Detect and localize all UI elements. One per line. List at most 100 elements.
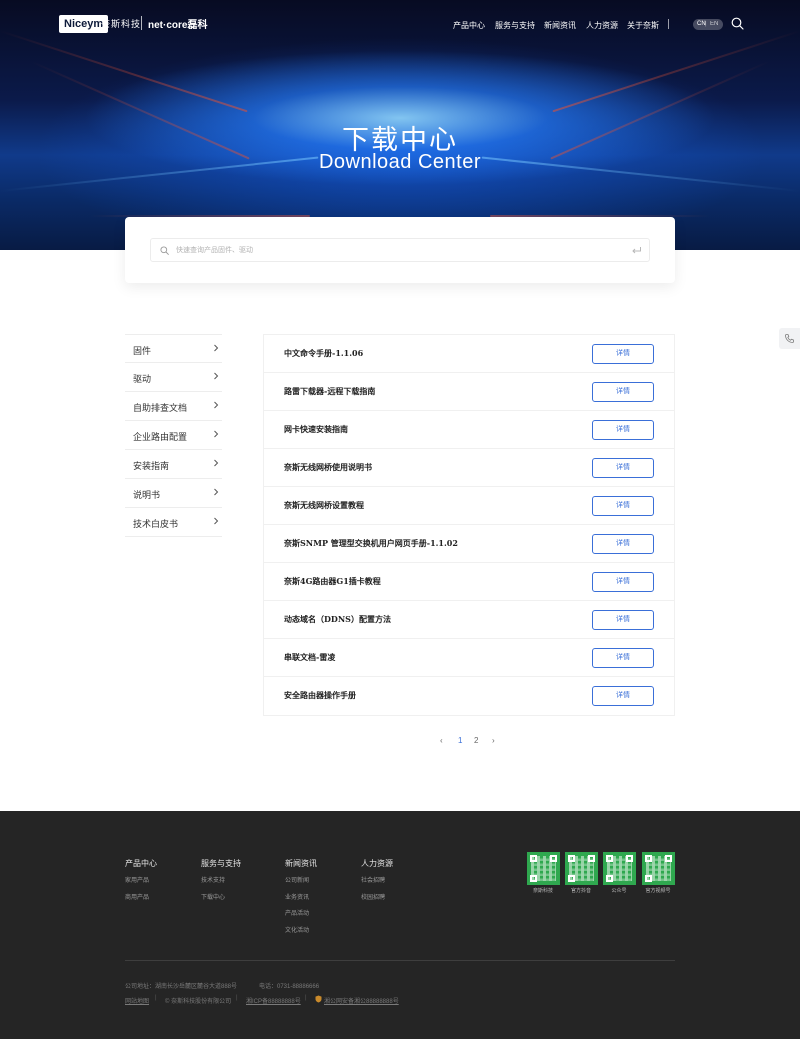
nav-item-products[interactable]: 产品中心 [453, 20, 485, 31]
sidebar-item-firmware[interactable]: 固件 [125, 334, 222, 363]
chevron-right-icon [214, 488, 219, 496]
search-icon[interactable] [731, 17, 744, 30]
sidebar-item-install-guide[interactable]: 安装指南 [125, 450, 222, 479]
sidebar-item-label: 安装指南 [133, 461, 170, 471]
list-item: 中文命令手册-1.1.06 详情 [264, 335, 674, 373]
list-item: 网卡快速安装指南 详情 [264, 411, 674, 449]
pagination-page-1[interactable]: 1 [458, 736, 462, 745]
detail-button[interactable]: 详情 [592, 572, 654, 592]
category-sidebar: 固件 驱动 自助排查文档 企业路由配置 安装指南 说明书 技术白皮书 [125, 334, 222, 537]
document-title[interactable]: 安全路由器操作手册 [284, 690, 356, 701]
footer-link[interactable]: 技术支持 [201, 875, 225, 884]
list-item: 路雷下载器-远程下载指南 详情 [264, 373, 674, 411]
document-title[interactable]: 奈斯SNMP 管理型交换机用户网页手册-1.1.02 [284, 538, 458, 549]
footer-link[interactable]: 家用产品 [125, 875, 149, 884]
detail-button[interactable]: 详情 [592, 496, 654, 516]
sidebar-item-troubleshooting[interactable]: 自助排查文档 [125, 392, 222, 421]
chevron-right-icon [214, 517, 219, 525]
sidebar-item-label: 驱动 [133, 374, 152, 384]
logo-divider [141, 16, 142, 30]
sidebar-item-label: 固件 [133, 346, 152, 356]
footer-link[interactable]: 校园招聘 [361, 892, 385, 901]
qr-code [642, 852, 675, 885]
document-title[interactable]: 奈斯无线网桥使用说明书 [284, 462, 372, 473]
list-item: 串联文档-雷凌 详情 [264, 639, 674, 677]
sidebar-item-driver[interactable]: 驱动 [125, 363, 222, 392]
sidebar-item-label: 企业路由配置 [133, 432, 188, 442]
footer-col-title[interactable]: 新闻资讯 [285, 858, 317, 869]
list-item: 奈斯4G路由器G1插卡教程 详情 [264, 563, 674, 601]
search-input[interactable] [176, 243, 616, 258]
pagination-next[interactable]: › [492, 736, 495, 745]
enter-icon[interactable] [631, 245, 642, 256]
qr-caption: 公众号 [611, 888, 627, 894]
chevron-right-icon [214, 344, 219, 352]
footer-col-title[interactable]: 服务与支持 [201, 858, 241, 869]
pagination-page-2[interactable]: 2 [474, 736, 478, 745]
search-box [150, 238, 650, 262]
qr-code [527, 852, 560, 885]
footer-separator: | [155, 995, 157, 1001]
list-item: 动态域名（DDNS）配置方法 详情 [264, 601, 674, 639]
pagination-prev[interactable]: ‹ [440, 736, 443, 745]
footer-phone: 电话：0731-88886666 [259, 984, 320, 990]
footer-link[interactable]: 业务资讯 [285, 892, 309, 901]
document-title[interactable]: 路雷下载器-远程下载指南 [284, 386, 375, 397]
police-badge-icon [315, 995, 322, 1003]
lang-separator: | [705, 21, 707, 27]
footer-link[interactable]: 下载中心 [201, 892, 225, 901]
list-item: 奈斯无线网桥设置教程 详情 [264, 487, 674, 525]
document-title[interactable]: 中文命令手册-1.1.06 [284, 348, 363, 359]
nav-item-hr[interactable]: 人力资源 [586, 20, 618, 31]
footer-col-title[interactable]: 人力资源 [361, 858, 393, 869]
nav-item-service[interactable]: 服务与支持 [495, 20, 535, 31]
sidebar-item-enterprise-router[interactable]: 企业路由配置 [125, 421, 222, 450]
list-item: 奈斯SNMP 管理型交换机用户网页手册-1.1.02 详情 [264, 525, 674, 563]
list-item: 安全路由器操作手册 详情 [264, 677, 674, 715]
footer-separator: | [305, 995, 307, 1001]
document-list: 中文命令手册-1.1.06 详情 路雷下载器-远程下载指南 详情 网卡快速安装指南详… [263, 334, 675, 716]
icp-link[interactable]: 湘ICP备88888888号 [246, 996, 301, 1005]
sidebar-item-label: 自助排查文档 [133, 403, 188, 413]
detail-button[interactable]: 详情 [592, 534, 654, 554]
chevron-right-icon [214, 459, 219, 467]
detail-button[interactable]: 详情 [592, 610, 654, 630]
language-toggle[interactable]: CN | EN [693, 19, 723, 30]
footer-link[interactable]: 社会招聘 [361, 875, 385, 884]
sidebar-item-label: 技术白皮书 [133, 519, 179, 529]
sidebar-item-whitepaper[interactable]: 技术白皮书 [125, 508, 222, 537]
document-title[interactable]: 网卡快速安装指南 [284, 424, 348, 435]
phone-icon [785, 334, 794, 343]
detail-button[interactable]: 详情 [592, 382, 654, 402]
footer-link[interactable]: 产品活动 [285, 908, 309, 917]
lang-en[interactable]: EN [710, 19, 718, 30]
qr-code [603, 852, 636, 885]
detail-button[interactable]: 详情 [592, 420, 654, 440]
detail-button[interactable]: 详情 [592, 686, 654, 706]
detail-button[interactable]: 详情 [592, 458, 654, 478]
nav-item-about[interactable]: 关于奈斯 [627, 20, 659, 31]
sidebar-item-manual[interactable]: 说明书 [125, 479, 222, 508]
document-title[interactable]: 奈斯4G路由器G1插卡教程 [284, 576, 381, 587]
search-card [125, 217, 675, 283]
chevron-right-icon [214, 430, 219, 438]
list-item: 奈斯无线网桥使用说明书 详情 [264, 449, 674, 487]
footer-link[interactable]: 商用产品 [125, 892, 149, 901]
contact-float-button[interactable] [779, 328, 800, 349]
footer-address: 公司地址：湖南长沙岳麓区麓谷大道888号 [125, 984, 238, 990]
detail-button[interactable]: 详情 [592, 344, 654, 364]
document-title[interactable]: 动态域名（DDNS）配置方法 [284, 614, 391, 625]
qr-caption: 官方视频号 [645, 888, 671, 894]
document-title[interactable]: 奈斯无线网桥设置教程 [284, 500, 364, 511]
nav-divider [668, 19, 669, 29]
footer-link[interactable]: 文化活动 [285, 925, 309, 934]
footer-col-title[interactable]: 产品中心 [125, 858, 157, 869]
search-icon [160, 246, 169, 255]
police-record-link[interactable]: 湘公网安备湘公88888888号 [324, 996, 399, 1005]
nav-item-news[interactable]: 新闻资讯 [544, 20, 576, 31]
footer-link[interactable]: 公司新闻 [285, 875, 309, 884]
qr-code [565, 852, 598, 885]
document-title[interactable]: 串联文档-雷凌 [284, 652, 335, 663]
detail-button[interactable]: 详情 [592, 648, 654, 668]
site-map-link[interactable]: 网站地图 [125, 996, 149, 1005]
